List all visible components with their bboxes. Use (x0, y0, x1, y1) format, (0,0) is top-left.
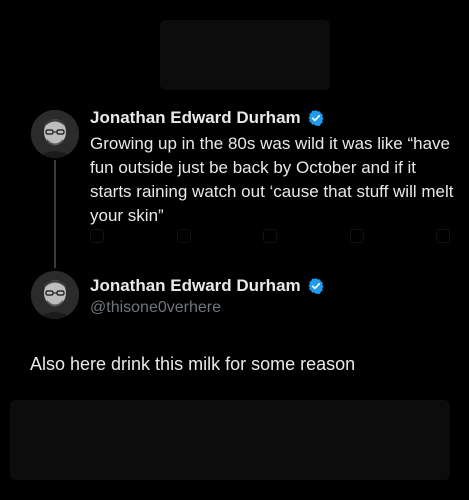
reply-icon (90, 229, 104, 243)
handle[interactable]: @thisone0verhere (90, 299, 221, 317)
avatar-portrait (31, 271, 79, 319)
like-icon (263, 229, 277, 243)
retweet-icon (176, 229, 191, 243)
verified-badge-icon (307, 109, 325, 127)
reply-text: Also here drink this milk for some reaso… (30, 354, 356, 374)
views-icon (349, 229, 364, 243)
thread-connector-line (54, 160, 56, 268)
display-name[interactable]: Jonathan Edward Durham (90, 108, 301, 128)
original-tweet-header: Jonathan Edward Durham (90, 108, 331, 128)
reply-display-name[interactable]: Jonathan Edward Durham (90, 276, 301, 296)
tweet-text: Growing up in the 80s was wild it was li… (90, 134, 454, 225)
reply-tweet-header: Jonathan Edward Durham (90, 276, 325, 296)
background-ghost-top (160, 20, 330, 90)
verified-badge-icon (307, 277, 325, 295)
avatar-portrait (31, 110, 79, 158)
background-ghost-bottom (10, 400, 450, 480)
share-icon (436, 229, 450, 243)
avatar[interactable] (31, 110, 79, 158)
reply-avatar[interactable] (31, 271, 79, 319)
faint-action-bar (90, 229, 450, 245)
